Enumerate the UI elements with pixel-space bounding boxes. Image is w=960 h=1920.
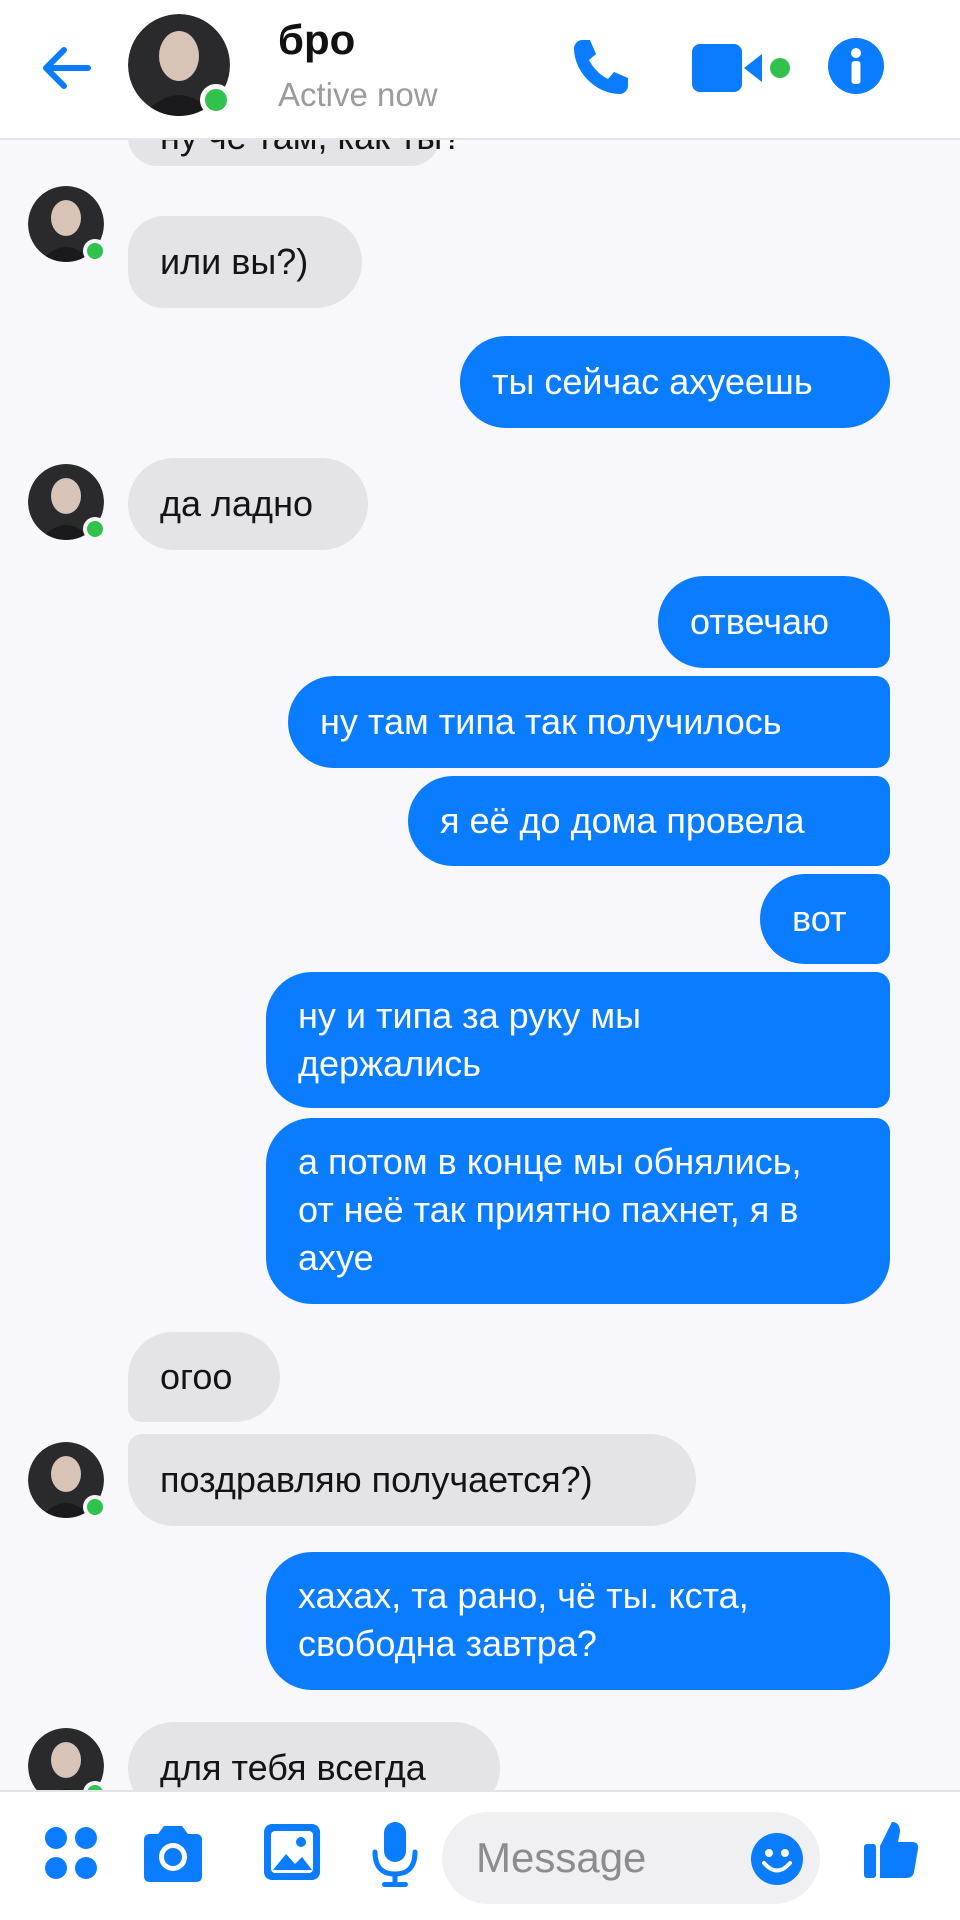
microphone-icon[interactable] — [370, 1820, 420, 1890]
contact-name[interactable]: бро — [278, 16, 355, 64]
smiley-icon[interactable] — [750, 1832, 804, 1886]
message-text: ну и типа за руку мы держались — [298, 995, 642, 1084]
message-text: да ладно — [160, 483, 313, 524]
phone-icon[interactable] — [568, 34, 634, 100]
message-text: а потом в конце мы обнялись, от неё так … — [298, 1141, 802, 1278]
online-dot — [200, 84, 232, 116]
info-icon[interactable] — [826, 36, 886, 96]
image-icon[interactable] — [262, 1822, 322, 1882]
message-text: поздравляю получается?) — [160, 1459, 593, 1500]
online-dot — [83, 239, 107, 263]
arrow-left-icon[interactable] — [36, 38, 96, 98]
message-text: ну там типа так получилось — [320, 701, 782, 742]
message-text: хахах, та рано, чё ты. кста, свободна за… — [298, 1575, 749, 1664]
message-outgoing: ты сейчас ахуеешь — [460, 336, 890, 428]
message-outgoing: я её до дома провела — [408, 776, 890, 866]
message-input[interactable] — [476, 1812, 736, 1904]
online-dot — [83, 1495, 107, 1519]
presence-status: Active now — [278, 76, 438, 113]
camera-icon[interactable] — [140, 1824, 206, 1884]
message-text: или вы?) — [160, 241, 309, 282]
message-outgoing: вот — [760, 874, 890, 964]
chat-screen: ну чё там, как ты? или вы?) ты сейчас ах… — [0, 0, 960, 1920]
message-field[interactable] — [442, 1812, 820, 1904]
message-text: отвечаю — [690, 601, 830, 642]
message-text: для тебя всегда — [160, 1747, 426, 1788]
contact-avatar[interactable] — [28, 1728, 107, 1790]
header-avatar[interactable] — [128, 14, 232, 116]
contact-avatar[interactable] — [28, 464, 107, 541]
message-text: я её до дома провела — [440, 800, 805, 841]
message-outgoing: ну и типа за руку мы держались — [266, 972, 890, 1108]
message-outgoing: отвечаю — [658, 576, 890, 668]
message-list[interactable]: ну чё там, как ты? или вы?) ты сейчас ах… — [0, 0, 960, 1790]
message-incoming: для тебя всегда — [128, 1722, 500, 1790]
contact-avatar[interactable] — [28, 1442, 107, 1519]
video-camera-icon[interactable] — [692, 40, 796, 96]
message-incoming: огоо — [128, 1332, 280, 1422]
four-dots-icon[interactable] — [42, 1824, 100, 1882]
online-dot — [83, 517, 107, 541]
contact-avatar[interactable] — [28, 186, 107, 263]
message-composer — [0, 1790, 960, 1920]
message-outgoing: а потом в конце мы обнялись, от неё так … — [266, 1118, 890, 1304]
message-text: огоо — [160, 1356, 233, 1397]
message-text: ты сейчас ахуеешь — [492, 361, 813, 402]
thumbs-up-icon[interactable] — [862, 1818, 920, 1880]
message-incoming: или вы?) — [128, 216, 362, 308]
message-incoming: да ладно — [128, 458, 368, 550]
message-outgoing: хахах, та рано, чё ты. кста, свободна за… — [266, 1552, 890, 1690]
chat-header: бро Active now — [0, 0, 960, 140]
message-outgoing: ну там типа так получилось — [288, 676, 890, 768]
message-incoming: поздравляю получается?) — [128, 1434, 696, 1526]
message-text: вот — [792, 898, 847, 939]
